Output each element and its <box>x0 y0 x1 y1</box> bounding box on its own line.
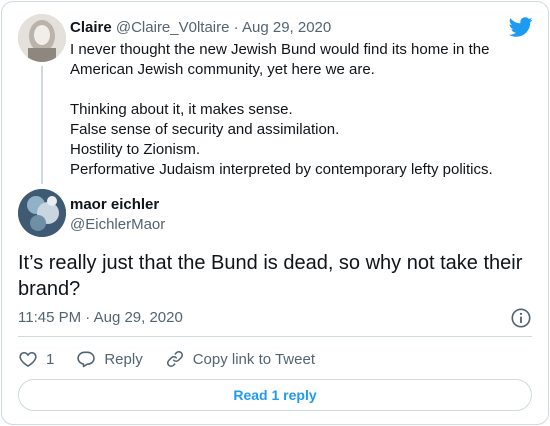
link-icon <box>166 351 183 367</box>
divider <box>18 336 532 337</box>
parent-tweet-line: False sense of security and assimilation… <box>70 121 340 138</box>
parent-tweet-line: Thinking about it, it makes sense. <box>70 101 293 118</box>
main-author-handle[interactable]: @EichlerMaor <box>70 215 165 235</box>
reply-bubble-icon <box>77 351 96 368</box>
thread-connector-line <box>41 66 43 184</box>
parent-tweet-paragraph: I never thought the new Jewish Bund woul… <box>70 41 490 78</box>
reply-label: Reply <box>104 350 143 368</box>
parent-separator: · <box>233 19 239 36</box>
twitter-bird-icon[interactable] <box>509 15 533 39</box>
read-replies-button[interactable]: Read 1 reply <box>18 379 532 411</box>
parent-author-handle[interactable]: @Claire_V0ltaire <box>116 19 230 36</box>
parent-author-name[interactable]: Claire <box>70 19 112 36</box>
avatar-claire[interactable] <box>18 14 66 62</box>
tweet-embed-card: Claire @Claire_V0ltaire · Aug 29, 2020 I… <box>1 1 549 425</box>
parent-tweet-date[interactable]: Aug 29, 2020 <box>242 19 331 36</box>
main-author-name[interactable]: maor eichler <box>70 195 159 215</box>
parent-tweet-header: Claire @Claire_V0ltaire · Aug 29, 2020 <box>70 18 331 38</box>
like-button[interactable]: 1 <box>18 349 54 369</box>
main-tweet-text: It’s really just that the Bund is dead, … <box>18 252 523 300</box>
copy-link-button[interactable]: Copy link to Tweet <box>165 349 315 369</box>
like-count: 1 <box>46 350 55 368</box>
avatar-maor[interactable] <box>18 189 66 237</box>
tweet-timestamp[interactable]: 11:45 PM · Aug 29, 2020 <box>18 308 183 328</box>
parent-tweet-text: I never thought the new Jewish Bund woul… <box>70 40 510 180</box>
info-icon[interactable] <box>510 307 532 329</box>
reply-button[interactable]: Reply <box>76 349 143 369</box>
heart-icon <box>19 351 37 368</box>
tweet-actions-bar: 1 Reply Copy link to Tweet <box>18 346 337 372</box>
parent-tweet-line: Hostility to Zionism. <box>70 141 201 158</box>
copy-link-label: Copy link to Tweet <box>192 350 315 368</box>
parent-tweet-line: Performative Judaism interpreted by cont… <box>70 161 493 178</box>
